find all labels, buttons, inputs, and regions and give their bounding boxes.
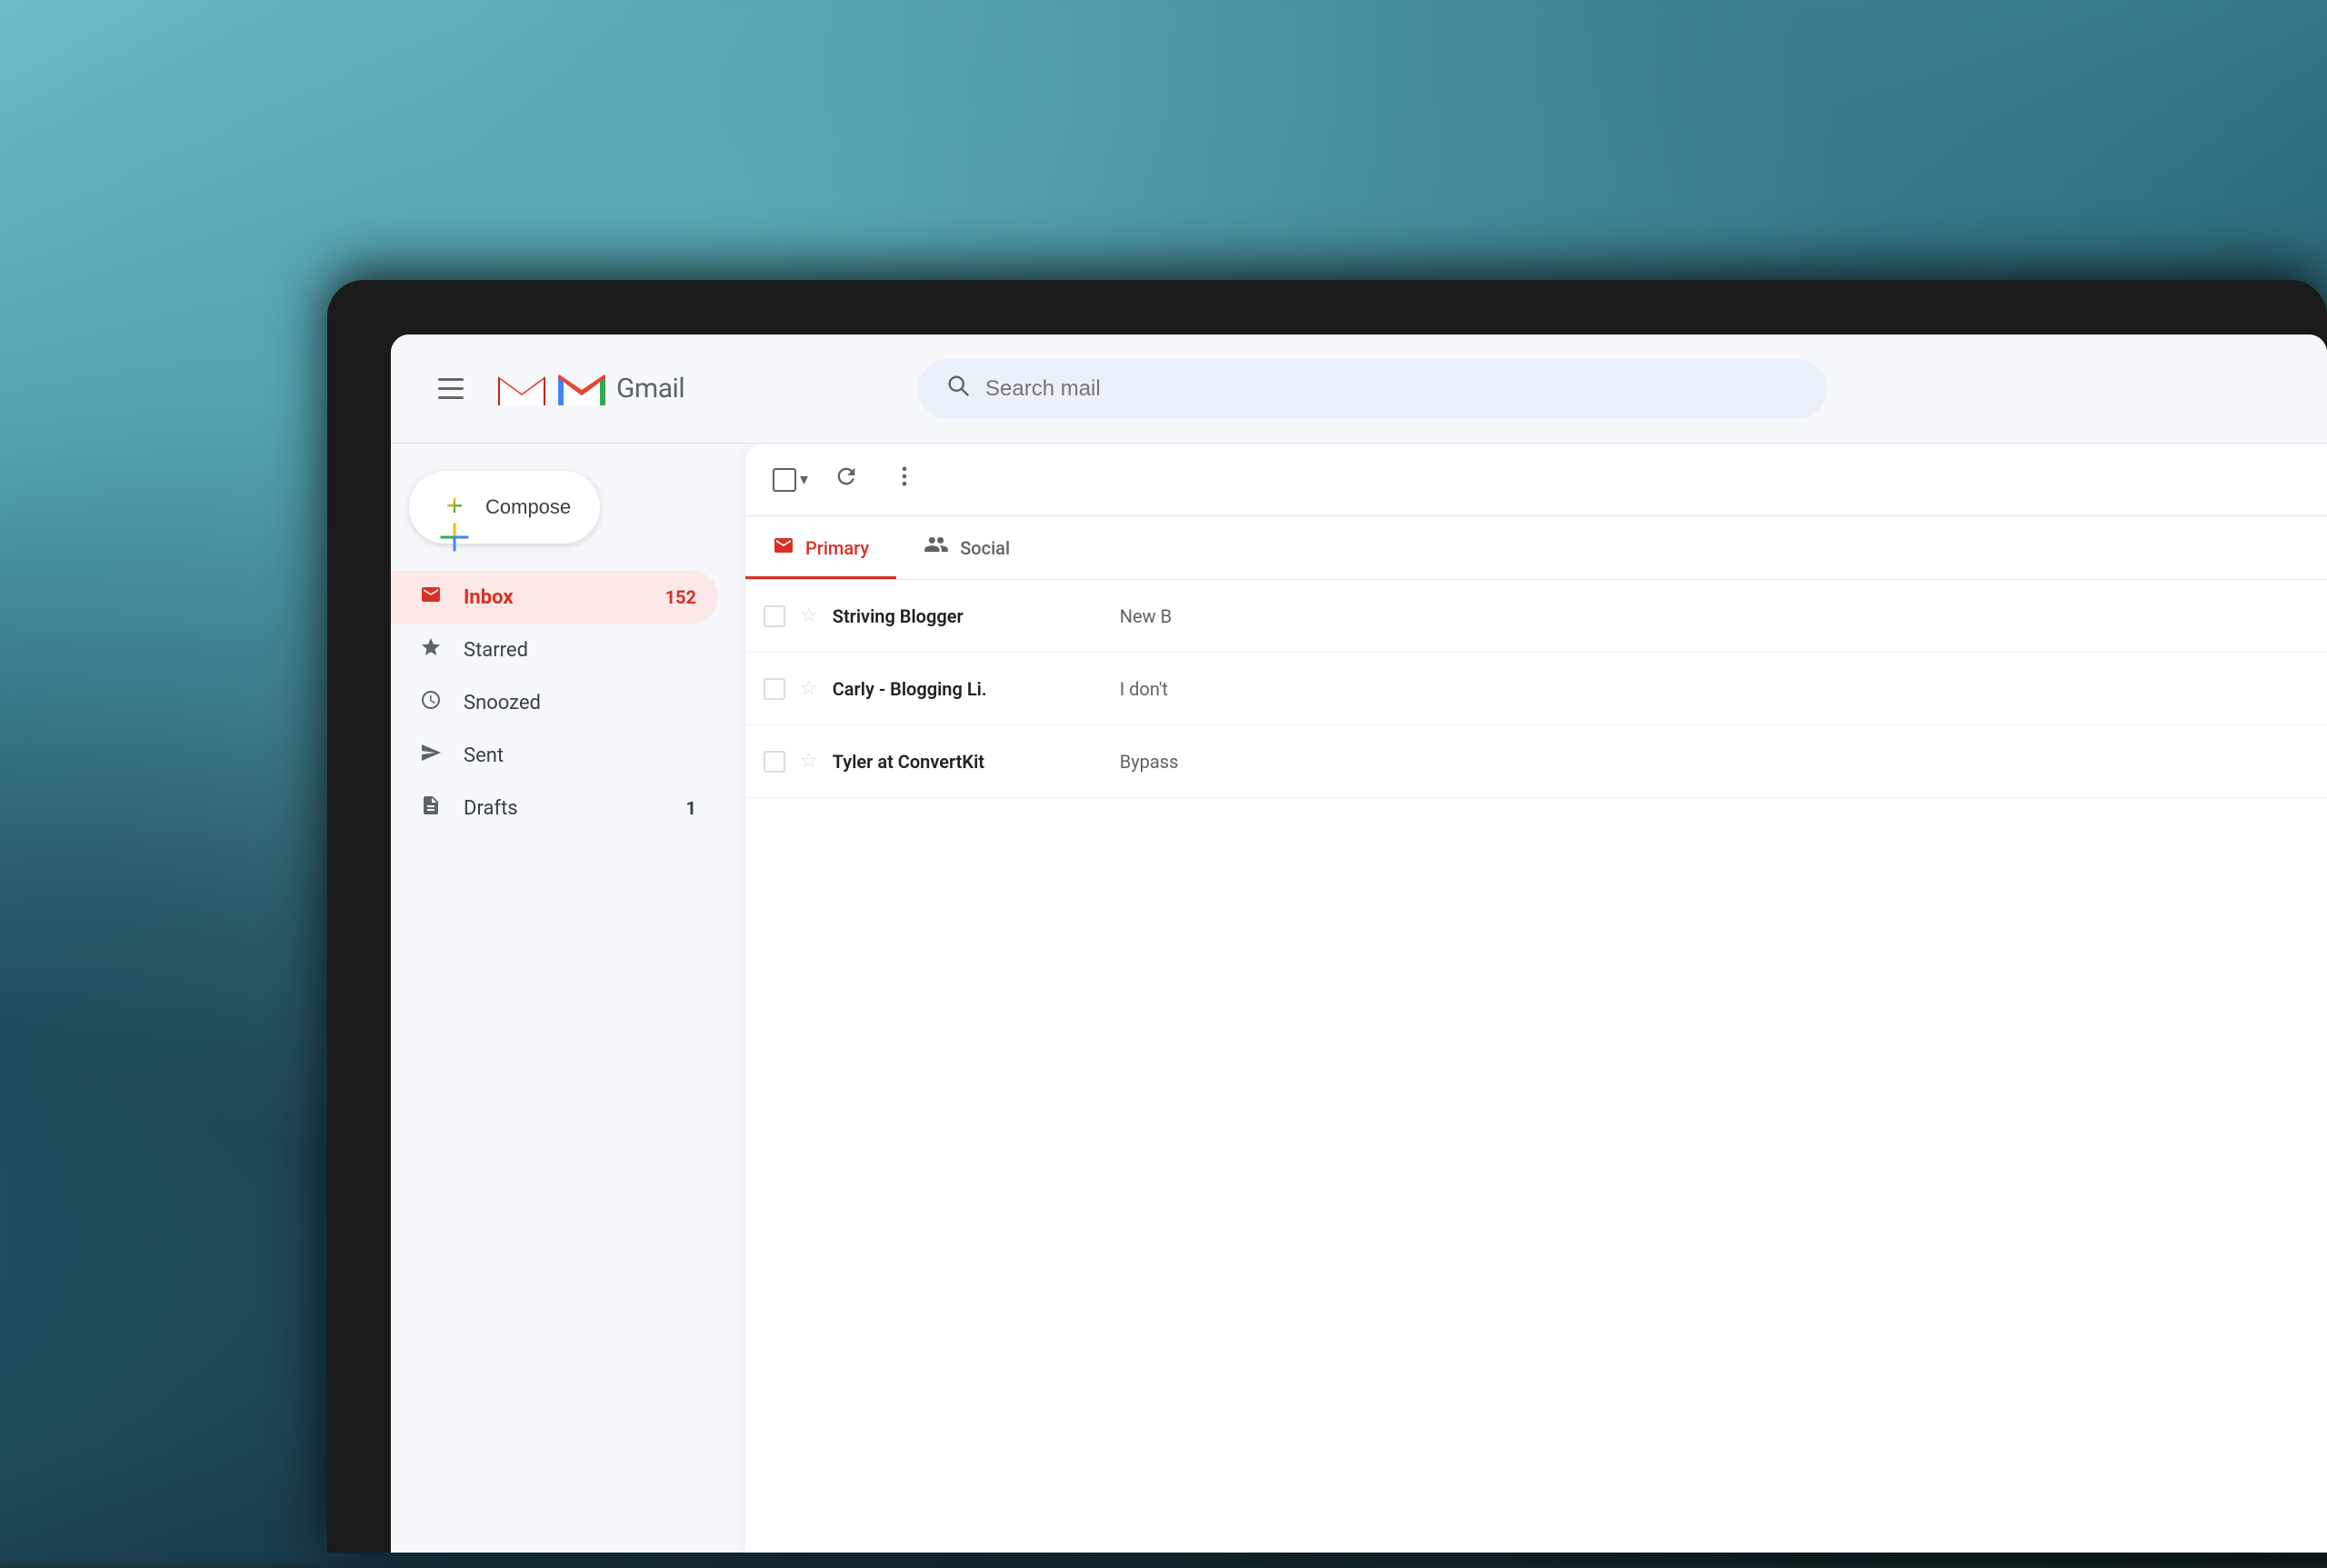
gmail-logo-m	[558, 371, 605, 407]
compose-label: Compose	[485, 495, 571, 519]
sidebar-item-snoozed[interactable]: Snoozed	[391, 676, 718, 729]
sidebar-item-inbox[interactable]: Inbox 152	[391, 571, 718, 624]
drafts-label: Drafts	[464, 797, 518, 820]
tab-primary[interactable]: Primary	[745, 516, 896, 579]
email-sender-3: Tyler at ConvertKit	[833, 751, 1105, 773]
email-star-2[interactable]: ☆	[800, 677, 818, 700]
laptop-bezel: Gmail	[327, 280, 2327, 1553]
snoozed-label: Snoozed	[464, 692, 541, 714]
drafts-count: 1	[686, 797, 696, 819]
email-star-3[interactable]: ☆	[800, 750, 818, 773]
email-preview-3: Bypass	[1120, 751, 2309, 773]
search-icon	[945, 373, 971, 404]
email-toolbar: ▾	[745, 444, 2327, 516]
inbox-icon	[416, 584, 445, 611]
tab-social[interactable]: Social	[896, 516, 1037, 579]
gmail-wordmark: Gmail	[616, 373, 684, 404]
email-row[interactable]: ☆ Tyler at ConvertKit Bypass	[745, 725, 2327, 798]
email-sender-2: Carly - Blogging Li.	[833, 678, 1105, 700]
email-checkbox-2[interactable]	[764, 678, 785, 700]
email-checkbox-3[interactable]	[764, 751, 785, 773]
drafts-icon	[416, 794, 445, 822]
compose-button[interactable]: Compose	[409, 471, 600, 544]
social-tab-icon	[924, 532, 949, 564]
sidebar-item-sent[interactable]: Sent	[391, 729, 718, 782]
more-options-button[interactable]	[884, 456, 924, 503]
sent-icon	[416, 742, 445, 769]
star-icon	[416, 636, 445, 664]
starred-label: Starred	[464, 639, 528, 662]
gmail-app: Gmail	[391, 335, 2327, 1553]
sent-label: Sent	[464, 744, 504, 767]
primary-tab-icon	[773, 534, 794, 562]
gmail-body: Compose Inbox 152	[391, 444, 2327, 1553]
gmail-header: Gmail	[391, 335, 2327, 444]
search-bar[interactable]	[918, 359, 1827, 419]
select-dropdown-arrow[interactable]: ▾	[800, 470, 808, 489]
email-row[interactable]: ☆ Carly - Blogging Li. I don't	[745, 653, 2327, 725]
tab-social-label: Social	[960, 537, 1010, 559]
email-preview-2: I don't	[1120, 678, 2309, 700]
hamburger-menu-button[interactable]	[427, 367, 474, 410]
tab-primary-label: Primary	[805, 537, 869, 559]
snoozed-icon	[416, 689, 445, 716]
sidebar: Compose Inbox 152	[391, 444, 736, 1553]
email-tabs: Primary Social	[745, 516, 2327, 580]
inbox-count: 152	[665, 586, 696, 608]
email-checkbox-1[interactable]	[764, 605, 785, 627]
gmail-logo: Gmail	[496, 371, 684, 407]
search-input[interactable]	[985, 376, 1800, 402]
laptop-screen: Gmail	[391, 335, 2327, 1553]
sidebar-item-drafts[interactable]: Drafts 1	[391, 782, 718, 834]
email-main: ▾	[745, 444, 2327, 1553]
gmail-m-icon	[496, 371, 547, 407]
header-left: Gmail	[427, 367, 882, 410]
checkbox[interactable]	[773, 468, 796, 492]
email-list: ☆ Striving Blogger New B ☆ Carly - Blogg…	[745, 580, 2327, 1553]
sidebar-item-starred[interactable]: Starred	[391, 624, 718, 676]
email-preview-1: New B	[1120, 605, 2309, 627]
compose-plus-icon	[438, 491, 471, 524]
refresh-button[interactable]	[826, 456, 866, 503]
email-star-1[interactable]: ☆	[800, 604, 818, 627]
email-row[interactable]: ☆ Striving Blogger New B	[745, 580, 2327, 653]
inbox-label: Inbox	[464, 586, 514, 609]
select-all-checkbox[interactable]: ▾	[773, 468, 808, 492]
email-sender-1: Striving Blogger	[833, 605, 1105, 627]
